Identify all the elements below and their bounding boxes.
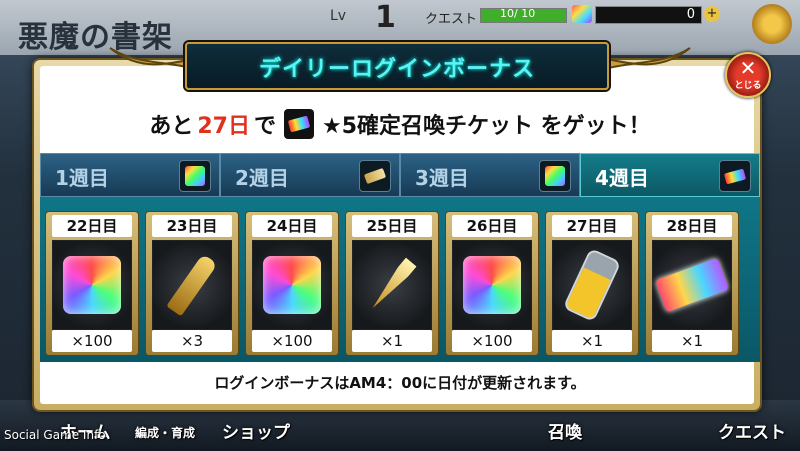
modal-title-banner: デイリーログインボーナス	[185, 42, 609, 90]
reward-day: 26日目	[452, 215, 532, 237]
tab-week-4[interactable]: 4週目	[580, 153, 760, 197]
rainbow-cube-icon	[463, 256, 521, 314]
watermark: Social Game Info	[4, 428, 106, 442]
golden-pen-icon	[367, 258, 416, 313]
tab-label: 2週目	[235, 166, 289, 190]
gem-icon	[572, 5, 592, 23]
reward-quantity: ×100	[252, 330, 332, 352]
reward-quantity: ×1	[552, 330, 632, 352]
reward-day: 24日目	[252, 215, 332, 237]
bonus-headline: あと 27日 で ★5確定召喚チケット をゲット！	[40, 100, 760, 148]
reward-day: 28日目	[652, 215, 732, 237]
reward-image	[452, 240, 532, 330]
tab-label: 1週目	[55, 166, 109, 190]
reward-day: 22日目	[52, 215, 132, 237]
summon-ticket-icon	[283, 109, 314, 139]
reset-time-note: ログインボーナスはAM4：00に日付が更新されます。	[214, 374, 586, 392]
reward-image	[552, 240, 632, 330]
reward-card-day-22: 22日目 ×100	[46, 212, 138, 355]
quest-stamina-text: 10/ 10	[500, 7, 536, 20]
cube-icon	[179, 160, 211, 192]
reward-image	[252, 240, 332, 330]
headline-prefix: あと	[149, 114, 194, 139]
tab-label: 4週目	[595, 166, 649, 190]
summon-ticket-icon	[655, 257, 729, 313]
gem-count: 0	[686, 7, 695, 22]
week-tabs: 1週目 2週目 3週目 4週目	[40, 153, 760, 197]
nav-shop[interactable]: ショップ	[222, 418, 290, 443]
reward-image	[352, 240, 432, 330]
close-icon: ✕	[739, 56, 757, 80]
reward-card-day-27: 27日目 ×1	[546, 212, 638, 355]
golden-key-icon	[166, 253, 218, 317]
reward-card-day-26: 26日目 ×100	[446, 212, 538, 355]
ticket-icon	[359, 160, 391, 192]
headline-middle: で	[253, 114, 276, 139]
reward-quantity: ×3	[152, 330, 232, 352]
gem-counter: 0	[595, 6, 702, 24]
tab-week-2[interactable]: 2週目	[220, 153, 400, 197]
reward-day: 25日目	[352, 215, 432, 237]
gear-icon[interactable]	[752, 4, 792, 44]
close-button[interactable]: ✕ とじる	[725, 52, 771, 98]
reward-day: 27日目	[552, 215, 632, 237]
ticket-icon	[719, 160, 751, 192]
rainbow-cube-icon	[263, 256, 321, 314]
cube-icon	[539, 160, 571, 192]
tab-week-3[interactable]: 3週目	[400, 153, 580, 197]
reward-card-day-24: 24日目 ×100	[246, 212, 338, 355]
reward-card-day-25: 25日目 ×1	[346, 212, 438, 355]
headline-suffix: ★5確定召喚チケット をゲット！	[321, 114, 651, 139]
level-label: Lv	[330, 8, 347, 24]
nav-formation[interactable]: 編成・育成	[135, 424, 195, 441]
reward-quantity: ×100	[452, 330, 532, 352]
nav-quest[interactable]: クエスト	[718, 418, 786, 443]
tab-label: 3週目	[415, 166, 469, 190]
potion-icon	[562, 247, 622, 323]
reward-quantity: ×1	[352, 330, 432, 352]
reward-image	[152, 240, 232, 330]
quest-label: クエスト	[425, 12, 478, 27]
reward-day: 23日目	[152, 215, 232, 237]
nav-summon[interactable]: 召喚	[548, 418, 582, 443]
reward-card-day-28: 28日目 ×1	[646, 212, 738, 355]
remaining-days: 27日	[197, 114, 250, 139]
reward-image	[52, 240, 132, 330]
reward-image	[652, 240, 732, 330]
reward-quantity: ×1	[652, 330, 732, 352]
modal-title: デイリーログインボーナス	[258, 57, 535, 82]
rainbow-cube-icon	[63, 256, 121, 314]
tab-week-1[interactable]: 1週目	[40, 153, 220, 197]
close-label: とじる	[734, 81, 762, 91]
level-value: 1	[375, 0, 396, 35]
add-gem-button[interactable]: +	[704, 6, 720, 22]
reward-quantity: ×100	[52, 330, 132, 352]
reward-card-day-23: 23日目 ×3	[146, 212, 238, 355]
